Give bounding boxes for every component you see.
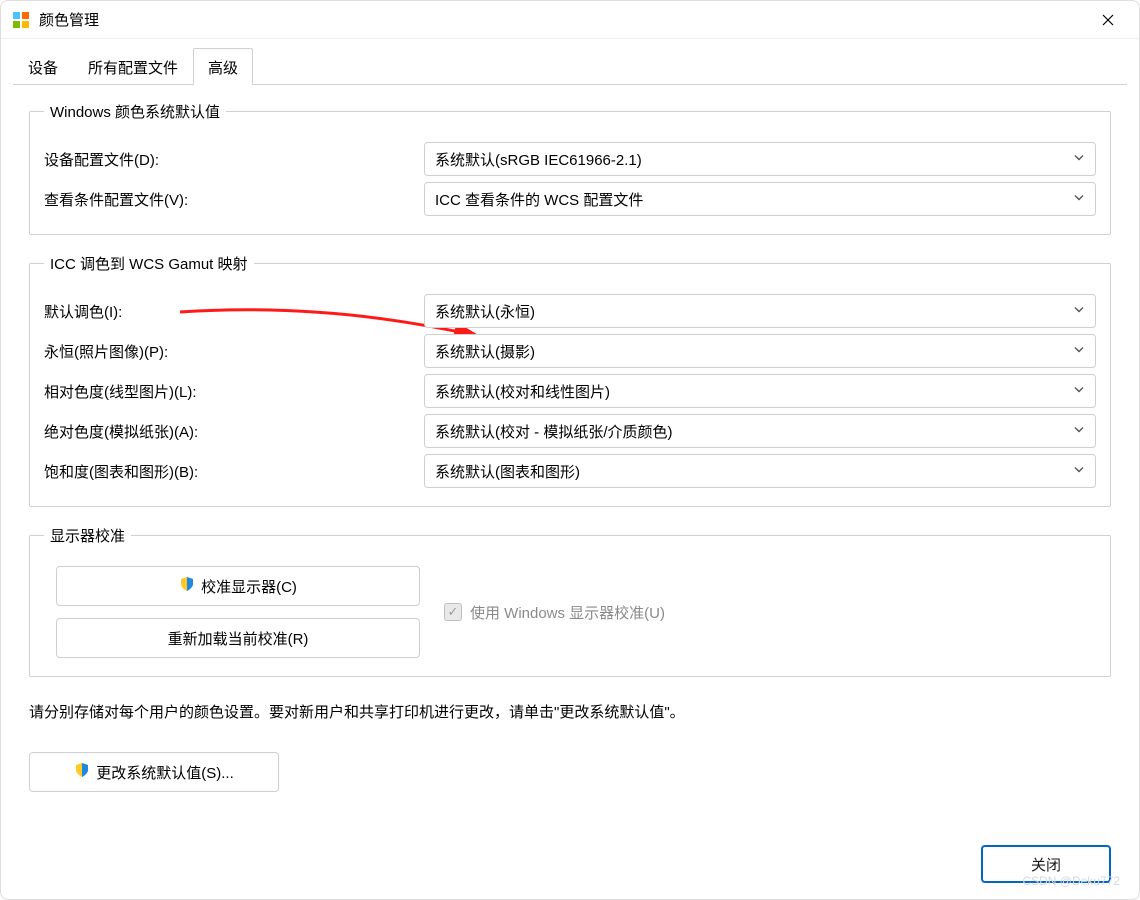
group-legend: Windows 颜色系统默认值 <box>44 101 226 122</box>
button-label: 校准显示器(C) <box>201 576 297 597</box>
relcol-label: 相对色度(线型图片)(L): <box>44 381 424 402</box>
checkbox-label: 使用 Windows 显示器校准(U) <box>470 602 665 623</box>
relcol-select[interactable]: 系统默认(校对和线性图片) <box>424 374 1096 408</box>
settings-note: 请分别存储对每个用户的颜色设置。要对新用户和共享打印机进行更改，请单击"更改系统… <box>29 701 1111 722</box>
shield-icon <box>74 762 90 782</box>
color-management-icon <box>13 12 29 28</box>
chevron-down-icon <box>1073 463 1085 480</box>
chevron-down-icon <box>1073 343 1085 360</box>
device-profile-select[interactable]: 系统默认(sRGB IEC61966-2.1) <box>424 142 1096 176</box>
window-title: 颜色管理 <box>39 9 99 30</box>
group-display-calibration: 显示器校准 校准显示器(C) 重新加载当前校准(R) <box>29 525 1111 677</box>
use-windows-calibration-checkbox: ✓ 使用 Windows 显示器校准(U) <box>444 602 665 623</box>
chevron-down-icon <box>1073 191 1085 208</box>
select-value: 系统默认(永恒) <box>435 301 535 322</box>
group-icc-wcs-gamut: ICC 调色到 WCS Gamut 映射 默认调色(I): 系统默认(永恒) 永… <box>29 253 1111 507</box>
group-windows-color-defaults: Windows 颜色系统默认值 设备配置文件(D): 系统默认(sRGB IEC… <box>29 101 1111 235</box>
tab-bar: 设备 所有配置文件 高级 <box>13 47 1127 85</box>
viewing-cond-value: ICC 查看条件的 WCS 配置文件 <box>435 189 643 210</box>
abscol-label: 绝对色度(模拟纸张)(A): <box>44 421 424 442</box>
close-icon[interactable] <box>1085 4 1131 36</box>
sat-select[interactable]: 系统默认(图表和图形) <box>424 454 1096 488</box>
calibrate-display-button[interactable]: 校准显示器(C) <box>56 566 420 606</box>
device-profile-label: 设备配置文件(D): <box>44 149 424 170</box>
abscol-select[interactable]: 系统默认(校对 - 模拟纸张/介质颜色) <box>424 414 1096 448</box>
perceptual-label: 永恒(照片图像)(P): <box>44 341 424 362</box>
chevron-down-icon <box>1073 423 1085 440</box>
change-system-defaults-button[interactable]: 更改系统默认值(S)... <box>29 752 279 792</box>
select-value: 系统默认(校对 - 模拟纸张/介质颜色) <box>435 421 673 442</box>
tab-devices[interactable]: 设备 <box>13 48 73 85</box>
tab-advanced[interactable]: 高级 <box>193 48 253 85</box>
select-value: 系统默认(校对和线性图片) <box>435 381 610 402</box>
close-button[interactable]: 关闭 <box>981 845 1111 883</box>
button-label: 重新加载当前校准(R) <box>168 628 309 649</box>
perceptual-select[interactable]: 系统默认(摄影) <box>424 334 1096 368</box>
device-profile-value: 系统默认(sRGB IEC61966-2.1) <box>435 149 642 170</box>
chevron-down-icon <box>1073 151 1085 168</box>
select-value: 系统默认(摄影) <box>435 341 535 362</box>
group-legend: 显示器校准 <box>44 525 131 546</box>
checkbox-icon: ✓ <box>444 603 462 621</box>
tab-all-profiles[interactable]: 所有配置文件 <box>73 48 193 85</box>
group-legend: ICC 调色到 WCS Gamut 映射 <box>44 253 254 274</box>
viewing-cond-label: 查看条件配置文件(V): <box>44 189 424 210</box>
select-value: 系统默认(图表和图形) <box>435 461 580 482</box>
viewing-cond-select[interactable]: ICC 查看条件的 WCS 配置文件 <box>424 182 1096 216</box>
reload-calibration-button[interactable]: 重新加载当前校准(R) <box>56 618 420 658</box>
button-label: 更改系统默认值(S)... <box>96 762 234 783</box>
chevron-down-icon <box>1073 383 1085 400</box>
shield-icon <box>179 576 195 596</box>
sat-label: 饱和度(图表和图形)(B): <box>44 461 424 482</box>
default-intent-label: 默认调色(I): <box>44 301 424 322</box>
default-intent-select[interactable]: 系统默认(永恒) <box>424 294 1096 328</box>
chevron-down-icon <box>1073 303 1085 320</box>
